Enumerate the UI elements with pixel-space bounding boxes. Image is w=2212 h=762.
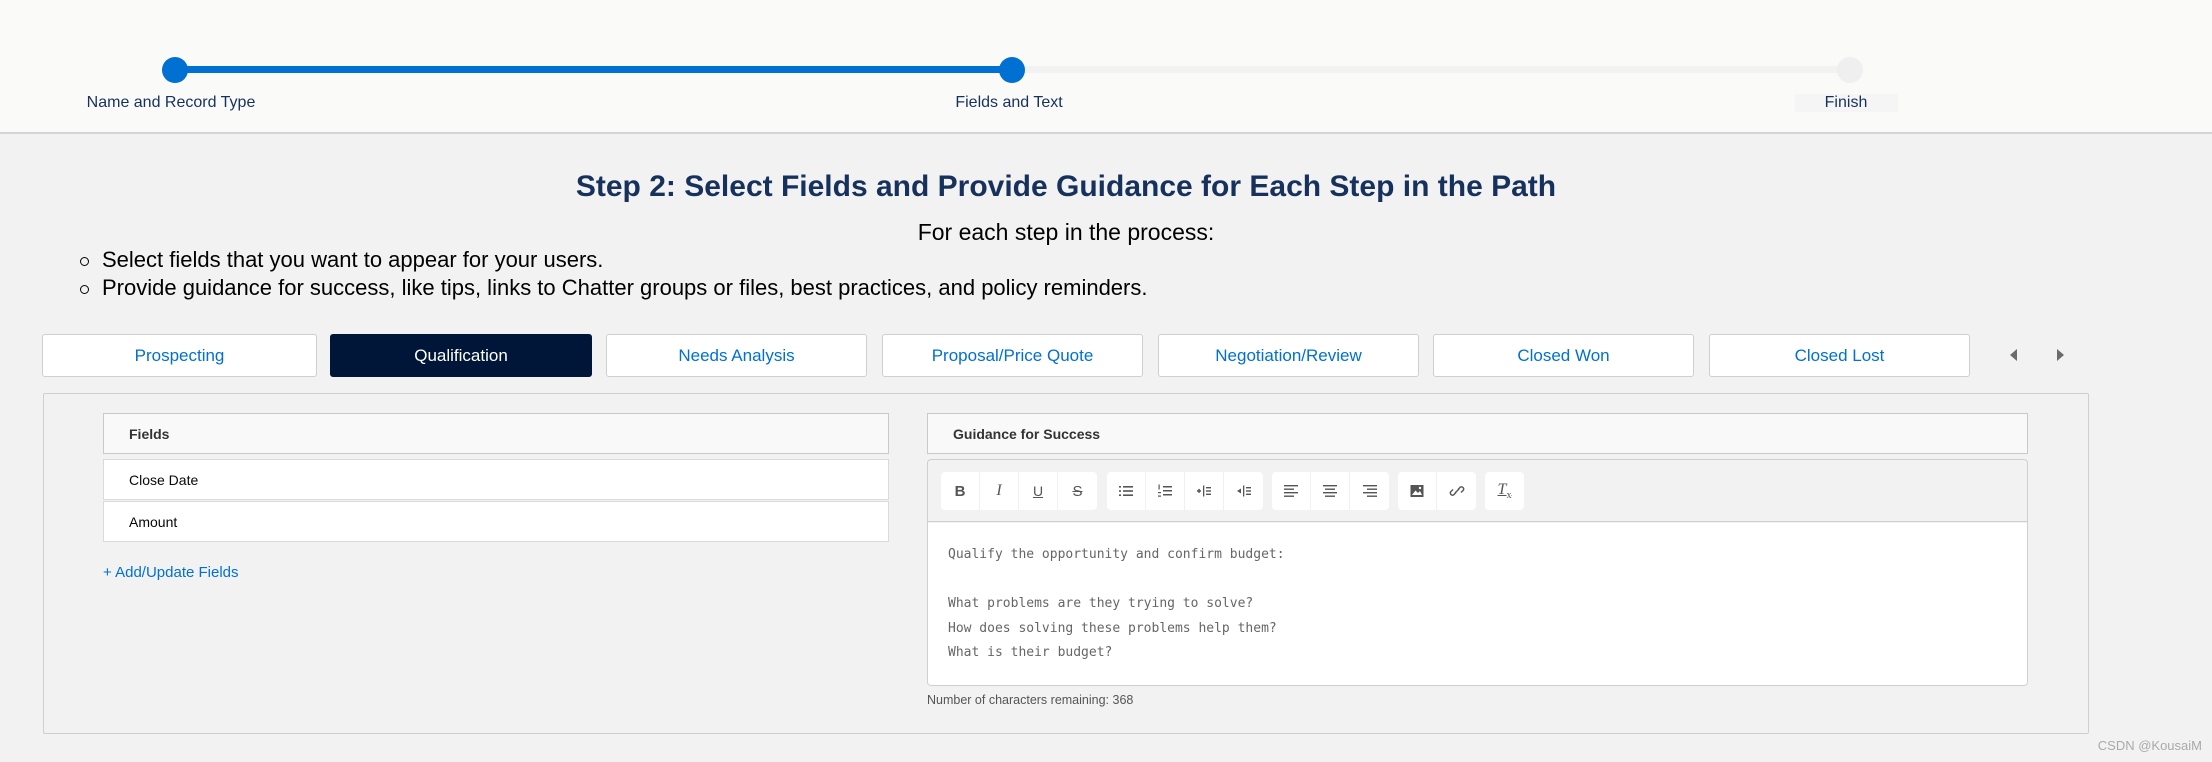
bold-icon: B — [954, 482, 966, 500]
italic-icon: I — [996, 482, 1002, 499]
outdent-button[interactable] — [1224, 472, 1263, 510]
tab-prospecting[interactable]: Prospecting — [42, 334, 317, 377]
align-right-button[interactable] — [1350, 472, 1389, 510]
numbered-list-icon — [1158, 484, 1172, 497]
underline-icon: U — [1032, 483, 1044, 499]
characters-remaining: Number of characters remaining: 368 — [927, 693, 1134, 707]
guidance-line: What problems are they trying to solve? — [948, 596, 1254, 611]
strikethrough-icon: S — [1072, 482, 1083, 500]
tabs-next-button[interactable] — [2051, 345, 2071, 365]
progress-step-dot-finish[interactable] — [1837, 57, 1863, 83]
clear-formatting-icon: Tx — [1497, 480, 1512, 502]
guidance-line — [948, 568, 2007, 593]
strikethrough-button[interactable]: S — [1058, 472, 1097, 510]
indent-icon — [1197, 485, 1211, 497]
page-subtitle: For each step in the process: — [917, 219, 1215, 245]
progress-step-label: Finish — [1794, 94, 1898, 112]
toolbar-group-format: B I U S — [941, 472, 1097, 510]
underline-button[interactable]: U — [1019, 472, 1058, 510]
align-left-icon — [1284, 485, 1298, 497]
toolbar-group-align — [1272, 472, 1389, 510]
caret-right-icon — [2057, 349, 2064, 361]
caret-left-icon — [2010, 349, 2017, 361]
indent-button[interactable] — [1185, 472, 1224, 510]
tab-proposal-price-quote[interactable]: Proposal/Price Quote — [882, 334, 1143, 377]
bulleted-list-icon — [1119, 486, 1133, 496]
guidance-text-area[interactable]: Qualify the opportunity and confirm budg… — [928, 523, 2027, 685]
progress-track-incomplete — [1012, 66, 1850, 73]
progress-header: Name and Record Type Fields and Text Fin… — [0, 0, 2212, 134]
tab-closed-won[interactable]: Closed Won — [1433, 334, 1694, 377]
guidance-rich-text-editor: B I U S Tx Qualify the opportunity and c… — [927, 459, 2028, 686]
bulleted-list-button[interactable] — [1107, 472, 1146, 510]
progress-step-label: Fields and Text — [955, 94, 1063, 111]
instruction-item: Select fields that you want to appear fo… — [80, 246, 1147, 274]
italic-button[interactable]: I — [980, 472, 1019, 510]
watermark: CSDN @KousaiM — [2097, 738, 2202, 753]
outdent-icon — [1236, 485, 1251, 497]
clear-formatting-button[interactable]: Tx — [1485, 472, 1524, 510]
fields-header: Fields — [103, 413, 889, 454]
toolbar-group-insert — [1398, 472, 1476, 510]
instruction-item: Provide guidance for success, like tips,… — [80, 274, 1147, 302]
link-icon — [1449, 486, 1464, 496]
align-left-button[interactable] — [1272, 472, 1311, 510]
page-title: Step 2: Select Fields and Provide Guidan… — [575, 170, 1557, 203]
align-center-button[interactable] — [1311, 472, 1350, 510]
progress-step-label: Name and Record Type — [86, 94, 256, 111]
guidance-line: What is their budget? — [948, 645, 1113, 660]
image-icon — [1410, 485, 1424, 497]
insert-link-button[interactable] — [1437, 472, 1476, 510]
add-update-fields-link[interactable]: + Add/Update Fields — [103, 564, 239, 581]
toolbar-group-lists — [1107, 472, 1263, 510]
editor-toolbar: B I U S Tx — [928, 460, 2027, 522]
guidance-line: How does solving these problems help the… — [948, 620, 1277, 636]
align-center-icon — [1323, 485, 1337, 497]
field-row-amount[interactable]: Amount — [103, 501, 889, 542]
align-right-icon — [1362, 485, 1377, 497]
tabs-prev-button[interactable] — [2003, 345, 2023, 365]
tab-negotiation-review[interactable]: Negotiation/Review — [1158, 334, 1419, 377]
tab-closed-lost[interactable]: Closed Lost — [1709, 334, 1970, 377]
insert-image-button[interactable] — [1398, 472, 1437, 510]
guidance-header: Guidance for Success — [927, 413, 2028, 454]
guidance-line: Qualify the opportunity and confirm budg… — [948, 547, 1285, 562]
toolbar-group-clear: Tx — [1485, 472, 1524, 510]
tab-qualification[interactable]: Qualification — [330, 334, 592, 377]
tab-needs-analysis[interactable]: Needs Analysis — [606, 334, 867, 377]
numbered-list-button[interactable] — [1146, 472, 1185, 510]
progress-step-dot-fields-and-text[interactable] — [999, 57, 1025, 83]
field-row-close-date[interactable]: Close Date — [103, 459, 889, 500]
progress-track-complete — [175, 66, 1012, 73]
progress-step-dot-name-and-record-type[interactable] — [162, 57, 188, 83]
instructions-list: Select fields that you want to appear fo… — [80, 246, 1147, 302]
bold-button[interactable]: B — [941, 472, 980, 510]
